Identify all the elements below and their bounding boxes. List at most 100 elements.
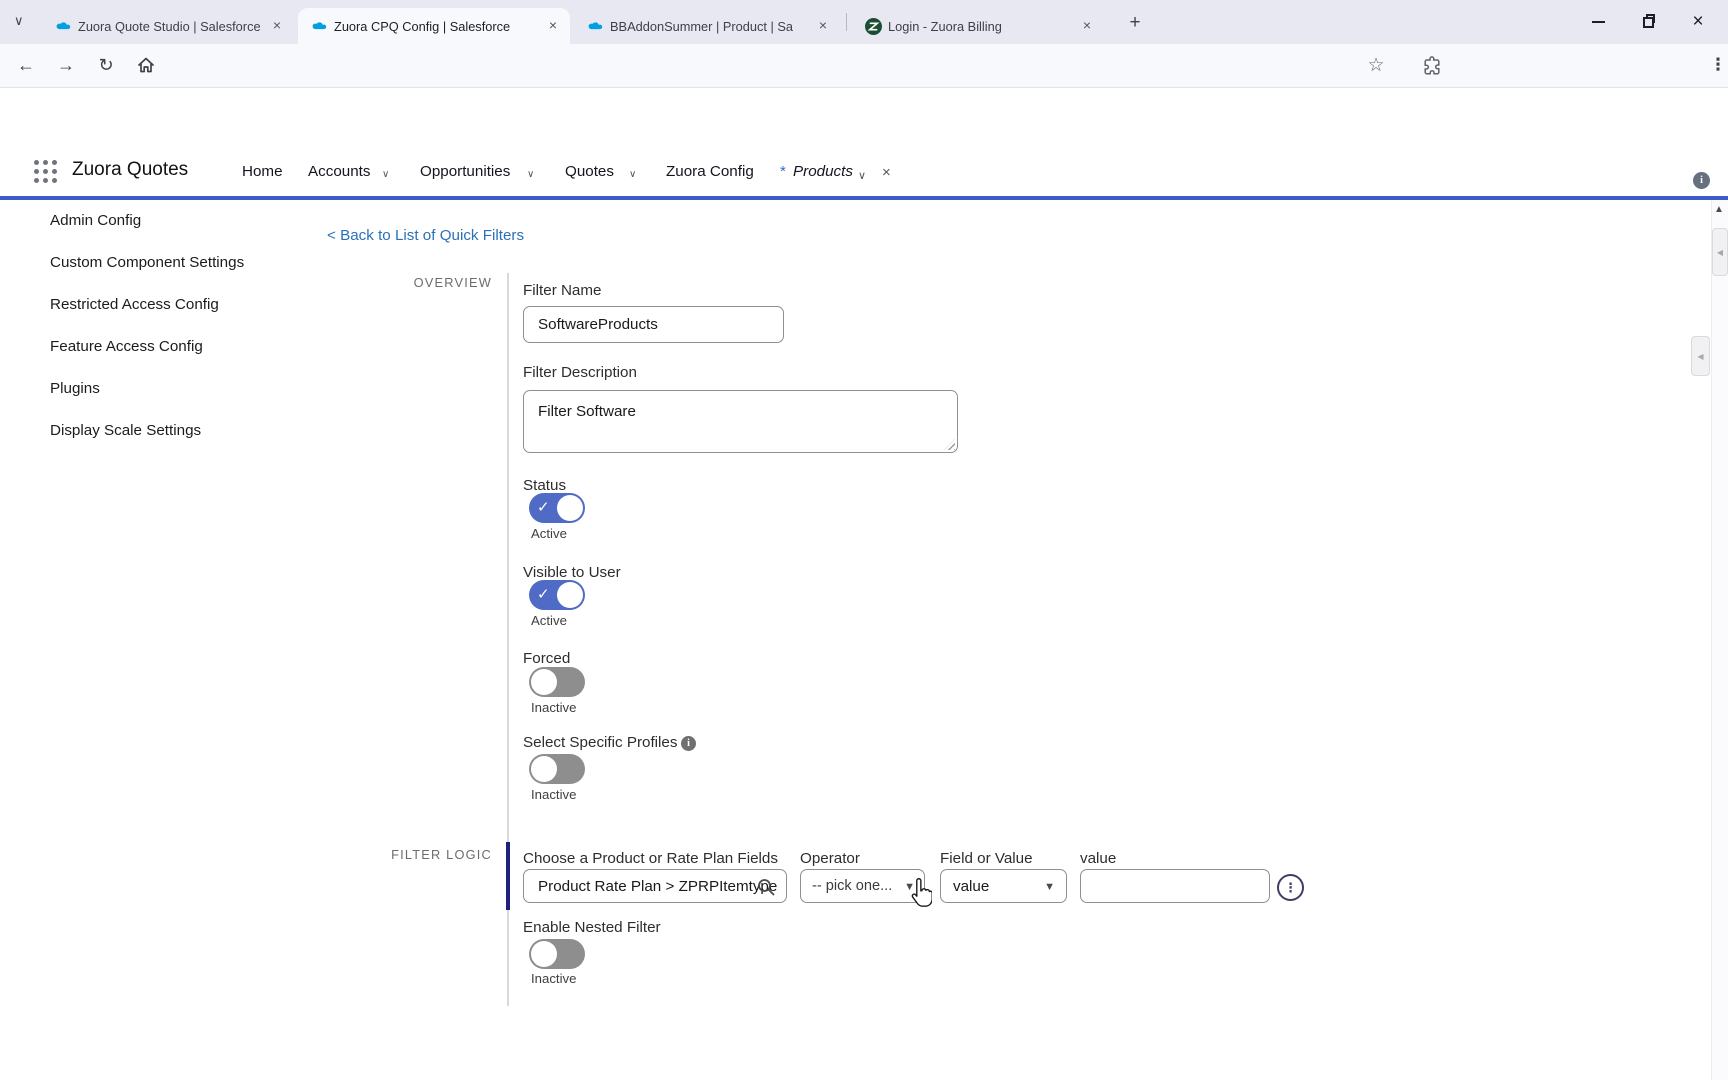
page-content: Admin Config Custom Component Settings R… [0, 200, 1711, 1080]
app-navigation-bar: Zuora Quotes Home Accounts ∨ Opportuniti… [0, 146, 1728, 200]
close-tab-icon[interactable]: × [882, 164, 891, 181]
visible-to-user-label: Visible to User [523, 564, 621, 581]
enable-nested-filter-toggle[interactable] [529, 939, 585, 969]
bookmark-star-icon[interactable]: ☆ [1362, 51, 1390, 79]
operator-select[interactable]: -- pick one... ▼ [800, 869, 925, 903]
textarea-resize-handle[interactable] [944, 439, 955, 450]
lookup-search-icon[interactable] [756, 877, 776, 902]
product-field-value: Product Rate Plan > ZPRPItemtype [538, 878, 777, 895]
chevron-down-icon[interactable]: ∨ [629, 169, 636, 180]
operator-value: -- pick one... [812, 878, 892, 894]
nav-tab-home[interactable]: Home [242, 163, 283, 180]
close-icon[interactable]: × [268, 17, 286, 35]
toggle-knob [531, 669, 557, 695]
section-divider [507, 273, 509, 842]
status-label: Status [523, 477, 566, 494]
operator-label: Operator [800, 850, 860, 867]
overview-section-label: OVERVIEW [380, 275, 492, 290]
mouse-pointer-cursor [908, 878, 932, 913]
filter-description-textarea[interactable]: Filter Software [523, 390, 958, 453]
nav-tab-products-active[interactable]: Products [793, 163, 853, 180]
salesforce-cloud-icon [310, 17, 328, 35]
status-state: Active [531, 526, 567, 541]
window-minimize-button[interactable] [1584, 8, 1612, 36]
nav-tab-quotes[interactable]: Quotes [565, 163, 614, 180]
window-restore-button[interactable] [1634, 8, 1662, 36]
tab-title: Zuora CPQ Config | Salesforce [334, 19, 538, 34]
page-scrollbar[interactable]: ▲ ◀ [1711, 200, 1728, 1080]
filter-logic-section-label: FILTER LOGIC [380, 847, 492, 862]
sidebar-item-custom-component-settings[interactable]: Custom Component Settings [50, 254, 244, 271]
back-icon[interactable]: ← [12, 51, 40, 79]
product-field-label: Choose a Product or Rate Plan Fields [523, 850, 778, 867]
nav-info-icon[interactable]: i [1693, 172, 1710, 189]
toggle-knob [531, 756, 557, 782]
field-or-value-select[interactable]: value ▼ [940, 869, 1067, 903]
visible-to-user-toggle[interactable]: ✓ [529, 580, 585, 610]
forced-toggle[interactable] [529, 667, 585, 697]
sidebar-item-display-scale-settings[interactable]: Display Scale Settings [50, 422, 201, 439]
toggle-knob [557, 495, 583, 521]
reload-icon[interactable]: ↻ [92, 51, 120, 79]
nav-tab-opportunities[interactable]: Opportunities [420, 163, 510, 180]
sidebar-item-admin-config[interactable]: Admin Config [50, 212, 141, 229]
toggle-knob [557, 582, 583, 608]
sidebar-item-feature-access-config[interactable]: Feature Access Config [50, 338, 203, 355]
filter-name-input[interactable]: SoftwareProducts [523, 306, 784, 343]
forced-label: Forced [523, 650, 570, 667]
browser-tab-4[interactable]: Login - Zuora Billing × [852, 8, 1104, 44]
tab-search-chevron-icon[interactable]: ∨ [14, 13, 24, 29]
visible-to-user-state: Active [531, 613, 567, 628]
tab-title: Zuora Quote Studio | Salesforce [78, 19, 262, 34]
value-label: value [1080, 850, 1116, 867]
scroll-up-icon[interactable]: ▲ [1714, 204, 1724, 215]
status-toggle[interactable]: ✓ [529, 493, 585, 523]
forced-state: Inactive [531, 700, 576, 715]
side-panel-toggle[interactable]: ◀ [1691, 336, 1710, 376]
browser-tab-1[interactable]: Zuora Quote Studio | Salesforce × [42, 8, 294, 44]
check-icon: ✓ [537, 498, 550, 516]
extensions-puzzle-icon[interactable] [1418, 51, 1446, 79]
row-options-icon[interactable]: ⋮ [1277, 874, 1304, 901]
section-divider [507, 910, 509, 1006]
tab-title: Login - Zuora Billing [888, 19, 1072, 34]
nav-tab-accounts[interactable]: Accounts [308, 163, 370, 180]
browser-toolbar: ← → ↻ orgfarm-28298b2342-dev-ed.develop.… [0, 44, 1728, 88]
select-specific-profiles-state: Inactive [531, 787, 576, 802]
value-input[interactable] [1080, 869, 1270, 903]
home-icon[interactable] [132, 51, 160, 79]
select-specific-profiles-toggle[interactable] [529, 754, 585, 784]
sidebar-item-plugins[interactable]: Plugins [50, 380, 100, 397]
filter-description-label: Filter Description [523, 364, 637, 381]
filter-name-value: SoftwareProducts [538, 316, 658, 333]
zuora-logo-icon [864, 17, 882, 35]
product-field-lookup-input[interactable]: Product Rate Plan > ZPRPItemtype [523, 869, 787, 903]
chevron-down-icon[interactable]: ∨ [527, 169, 534, 180]
sidebar-item-restricted-access-config[interactable]: Restricted Access Config [50, 296, 219, 313]
salesforce-global-header: Search... ★ ▼ + ? ⚙ [0, 88, 1728, 146]
app-launcher-waffle-icon[interactable] [32, 158, 59, 190]
panel-collapse-chevron-icon: ◀ [1717, 248, 1723, 257]
close-icon[interactable]: × [544, 17, 562, 35]
back-to-quick-filters-link[interactable]: < Back to List of Quick Filters [327, 227, 524, 244]
browser-menu-kebab-icon[interactable]: ⋮ [1704, 51, 1728, 79]
scrollbar-thumb[interactable]: ◀ [1712, 228, 1728, 276]
new-tab-button[interactable]: + [1122, 10, 1148, 36]
window-close-button[interactable]: × [1684, 8, 1712, 36]
chevron-down-icon[interactable]: ∨ [858, 169, 866, 182]
field-or-value-value: value [953, 878, 989, 895]
profiles-info-icon[interactable]: i [681, 736, 696, 751]
browser-tab-2-active[interactable]: Zuora CPQ Config | Salesforce × [298, 8, 570, 44]
browser-window: ∨ Zuora Quote Studio | Salesforce × Zuor… [0, 0, 1728, 1080]
salesforce-cloud-icon [586, 17, 604, 35]
nav-tab-zuora-config[interactable]: Zuora Config [666, 163, 754, 180]
close-icon[interactable]: × [1078, 17, 1096, 35]
check-icon: ✓ [537, 585, 550, 603]
chevron-down-icon[interactable]: ∨ [382, 169, 389, 180]
filter-description-value: Filter Software [538, 403, 636, 420]
close-icon[interactable]: × [814, 17, 832, 35]
unsaved-asterisk: * [780, 163, 786, 180]
panel-collapse-chevron-icon: ◀ [1697, 352, 1703, 361]
browser-tab-3[interactable]: BBAddonSummer | Product | Sa × [574, 8, 840, 44]
forward-icon[interactable]: → [52, 51, 80, 79]
